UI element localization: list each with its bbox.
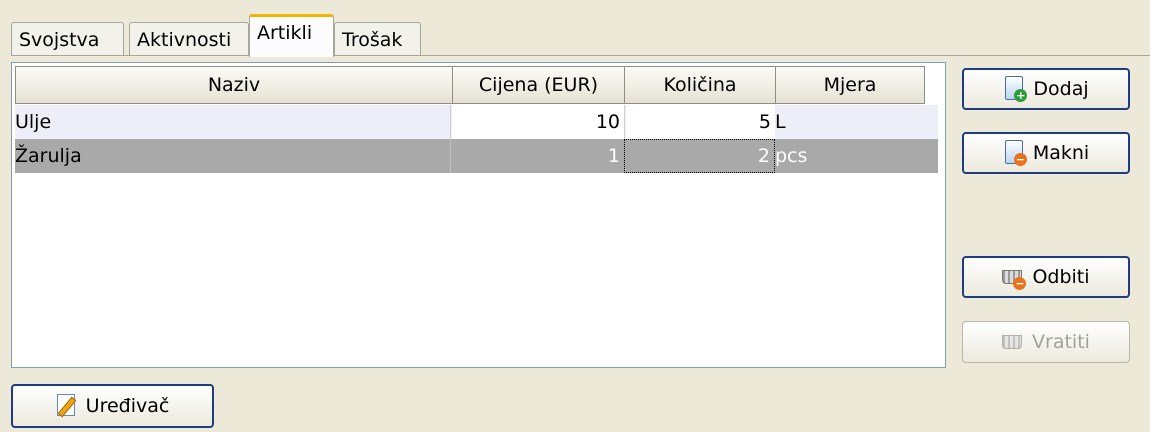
tab-divider <box>11 55 1150 56</box>
basket-remove-icon: − <box>1002 264 1027 290</box>
remove-button-label: Makni <box>1032 142 1090 164</box>
restore-button-label: Vratiti <box>1032 331 1090 353</box>
deduct-button[interactable]: − Odbiti <box>962 256 1130 298</box>
cell-unit[interactable]: L <box>775 105 925 139</box>
column-header-mjera[interactable]: Mjera <box>775 66 925 104</box>
restore-button[interactable]: Vratiti <box>962 321 1130 363</box>
editor-button-label: Uređivač <box>85 395 170 417</box>
cell-quantity-focused[interactable]: 2 <box>624 139 775 173</box>
tab-artikli[interactable]: Artikli <box>249 14 334 57</box>
remove-button[interactable]: − Makni <box>962 132 1130 174</box>
tab-svojstva[interactable]: Svojstva <box>11 22 124 56</box>
tab-trosak[interactable]: Trošak <box>334 22 421 56</box>
column-header-kolicina[interactable]: Količina <box>624 66 776 104</box>
add-document-icon: + <box>1003 76 1028 102</box>
column-header-naziv[interactable]: Naziv <box>15 66 453 104</box>
column-header-cijena[interactable]: Cijena (EUR) <box>452 66 625 104</box>
deduct-button-label: Odbiti <box>1032 266 1090 288</box>
cell-unit[interactable]: pcs <box>775 139 925 173</box>
cell-price[interactable]: 1 <box>452 139 624 173</box>
add-button[interactable]: + Dodaj <box>962 68 1130 110</box>
edit-pencil-icon <box>56 393 80 419</box>
table-row[interactable]: Ulje 10 5 L <box>15 105 938 139</box>
table-row-selected[interactable]: Žarulja 1 2 pcs <box>15 139 938 173</box>
tab-aktivnosti[interactable]: Aktivnosti <box>129 22 249 56</box>
cell-quantity[interactable]: 5 <box>626 105 775 139</box>
items-table: Naziv Cijena (EUR) Količina Mjera Ulje 1… <box>11 62 946 368</box>
cell-name[interactable]: Ulje <box>15 105 450 139</box>
add-button-label: Dodaj <box>1033 78 1089 100</box>
basket-restore-icon <box>1002 329 1026 355</box>
editor-button[interactable]: Uređivač <box>11 384 214 428</box>
cell-price[interactable]: 10 <box>452 105 624 139</box>
remove-document-icon: − <box>1003 140 1027 166</box>
cell-name[interactable]: Žarulja <box>15 139 450 173</box>
